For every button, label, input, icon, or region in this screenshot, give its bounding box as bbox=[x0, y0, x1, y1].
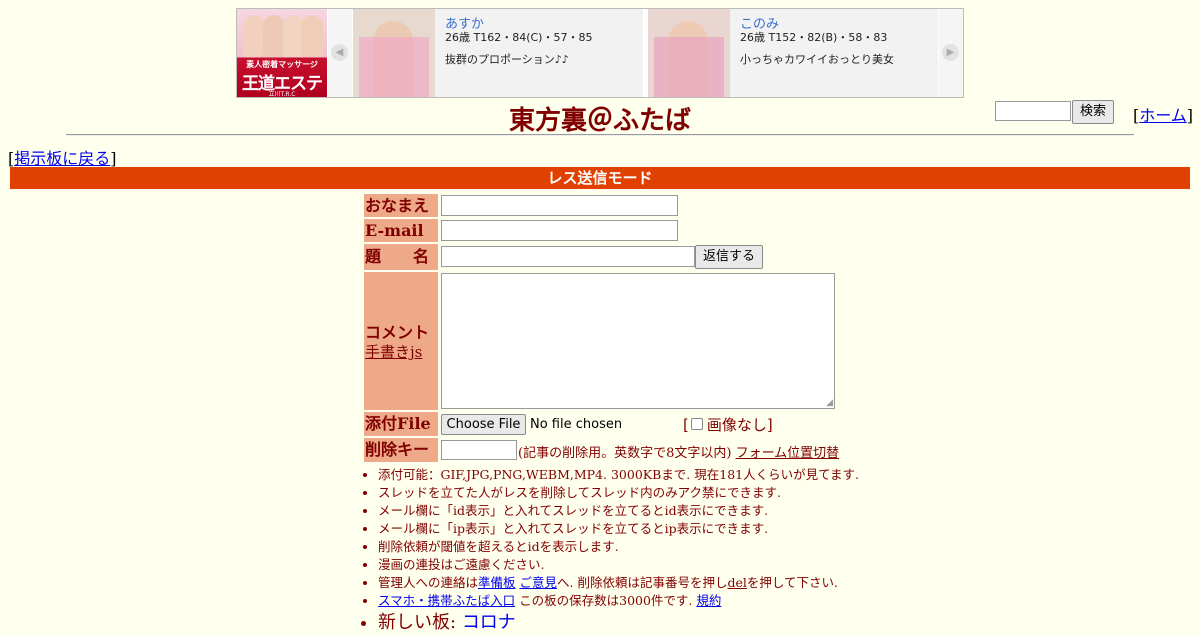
email-label: E-mail bbox=[364, 219, 438, 242]
file-label: 添付File bbox=[364, 412, 438, 436]
comment-label: コメント bbox=[365, 323, 430, 342]
back-link-wrapper: [掲示板に戻る] bbox=[8, 149, 117, 168]
list-item: メール欄に「ip表示」と入れてスレッドを立てるとip表示にできます. bbox=[378, 520, 859, 538]
subject-label: 題 名 bbox=[364, 244, 438, 270]
chevron-left-icon: ◀ bbox=[331, 44, 348, 61]
resize-handle-icon[interactable]: ◢ bbox=[826, 398, 833, 408]
name-label: おなまえ bbox=[364, 194, 438, 217]
delete-request-text: へ. 削除依頼は記事番号を押し bbox=[557, 575, 728, 590]
ad-logo-sub: 立川T.R.C bbox=[268, 91, 296, 97]
terms-link[interactable]: 規約 bbox=[696, 593, 721, 608]
ad-logo-image[interactable]: 素人密着マッサージ 王道エステ 立川T.R.C bbox=[237, 9, 327, 97]
ad-photo[interactable] bbox=[648, 9, 730, 97]
list-item: スレッドを立てた人がレスを削除してスレッド内のみアク禁にできます. bbox=[378, 484, 859, 502]
handwriting-link[interactable]: 手書きjs bbox=[365, 341, 422, 362]
subject-field[interactable] bbox=[441, 246, 695, 267]
ad-banner[interactable]: 素人密着マッサージ 王道エステ 立川T.R.C ◀ あすか 26歳 T162・8… bbox=[236, 8, 964, 98]
list-item: 漫画の連投はご遠慮ください. bbox=[378, 556, 859, 574]
name-field[interactable] bbox=[441, 195, 678, 216]
delete-key-field[interactable] bbox=[441, 440, 517, 460]
feedback-link[interactable]: ご意見 bbox=[520, 575, 558, 590]
contact-text: 管理人への連絡は bbox=[378, 575, 479, 590]
ad-prev-button[interactable]: ◀ bbox=[328, 9, 352, 97]
ad-next-button[interactable]: ▶ bbox=[939, 9, 963, 97]
chevron-right-icon: ▶ bbox=[942, 44, 959, 61]
no-file-text: No file chosen bbox=[530, 417, 623, 432]
delete-key-label: 削除キー bbox=[364, 438, 438, 462]
storage-text: この板の保存数は3000件です. bbox=[519, 593, 693, 608]
ad-card[interactable]: あすか 26歳 T162・84(C)・57・85 抜群のプロポーション♪♪ bbox=[353, 9, 643, 97]
prep-board-link[interactable]: 準備板 bbox=[478, 575, 516, 590]
del-link[interactable]: del bbox=[727, 575, 746, 590]
search-input[interactable] bbox=[995, 101, 1071, 121]
comment-label-cell: コメント 手書きjs bbox=[364, 272, 438, 410]
reply-mode-bar: レス送信モード bbox=[10, 167, 1190, 189]
list-item: スマホ・携帯ふたば入口 この板の保存数は3000件です. 規約 bbox=[378, 592, 859, 610]
list-item: 添付可能：GIF,JPG,PNG,WEBM,MP4. 3000KBまで. 現在1… bbox=[378, 466, 859, 484]
mobile-entrance-link[interactable]: スマホ・携帯ふたば入口 bbox=[378, 593, 515, 608]
comment-textarea[interactable]: ◢ bbox=[441, 273, 835, 409]
no-image-checkbox[interactable] bbox=[690, 418, 703, 430]
search-button[interactable]: 検索 bbox=[1072, 100, 1114, 124]
divider bbox=[66, 134, 1134, 136]
email-field[interactable] bbox=[441, 220, 678, 241]
delete-key-note: (記事の削除用。英数字で8文字以内) bbox=[518, 446, 732, 461]
delete-key-note-wrapper: (記事の削除用。英数字で8文字以内) フォーム位置切替 bbox=[518, 442, 839, 461]
list-item: 新しい板: コロナ bbox=[378, 610, 859, 636]
list-item: 削除依頼が閾値を超えるとidを表示します. bbox=[378, 538, 859, 556]
delete-request-tail: を押して下さい. bbox=[746, 575, 838, 590]
ad-card-stats: 26歳 T162・84(C)・57・85 bbox=[445, 31, 593, 44]
home-link-wrapper: [ホーム] bbox=[1133, 106, 1194, 125]
list-item: メール欄に「id表示」と入れてスレッドを立てるとid表示にできます. bbox=[378, 502, 859, 520]
ad-card-desc: 抜群のプロポーション♪♪ bbox=[445, 53, 569, 66]
form-position-toggle-link[interactable]: フォーム位置切替 bbox=[736, 446, 840, 461]
back-to-board-link[interactable]: 掲示板に戻る bbox=[14, 149, 110, 168]
list-item: 管理人への連絡は準備板 ご意見へ. 削除依頼は記事番号を押しdelを押して下さい… bbox=[378, 574, 859, 592]
ad-card-stats: 26歳 T152・82(B)・58・83 bbox=[740, 31, 888, 44]
choose-file-button[interactable]: Choose File bbox=[441, 414, 526, 435]
rules-list: 添付可能：GIF,JPG,PNG,WEBM,MP4. 3000KBまで. 現在1… bbox=[362, 466, 859, 636]
ad-card-desc: 小っちゃカワイイおっとり美女 bbox=[740, 53, 894, 66]
no-image-label: 画像なし bbox=[706, 416, 767, 434]
home-link[interactable]: ホーム bbox=[1139, 106, 1187, 125]
ad-card[interactable]: このみ 26歳 T152・82(B)・58・83 小っちゃカワイイおっとり美女 bbox=[648, 9, 938, 97]
ad-photo[interactable] bbox=[353, 9, 435, 97]
submit-reply-button[interactable]: 返信する bbox=[695, 245, 763, 269]
no-image-option: [画像なし] bbox=[683, 416, 773, 434]
